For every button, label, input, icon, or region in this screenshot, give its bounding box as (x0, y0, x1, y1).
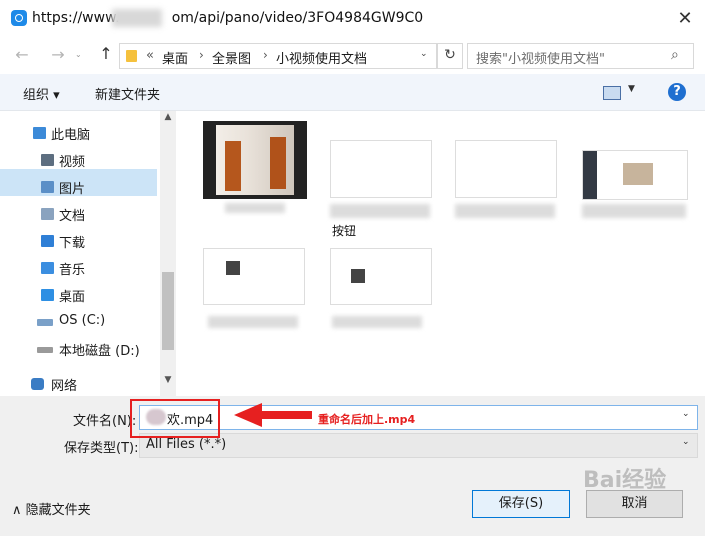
sidebar-item-downloads[interactable]: 下载 (0, 228, 160, 254)
file-thumbnail-webpage[interactable] (330, 140, 432, 198)
filetype-label: 保存类型(T): (64, 441, 139, 456)
redacted-filename (582, 204, 686, 218)
drive-icon (37, 347, 53, 353)
sidebar-item-os-drive[interactable]: OS (C:) (0, 309, 160, 335)
address-bar[interactable]: « 桌面 › 全景图 › 小视频使用文档 ⌄ (119, 43, 437, 69)
sidebar-item-label: 下载 (59, 236, 86, 251)
computer-icon (33, 127, 46, 139)
sidebar-item-label: OS (C:) (59, 313, 106, 328)
sidebar-item-label: 音乐 (59, 263, 86, 278)
scrollbar-thumb[interactable] (162, 272, 174, 350)
title-url-suffix: om/api/pano/video/3FO4984GW9C0 (171, 10, 424, 26)
back-button[interactable]: ← (13, 45, 31, 64)
filetype-value: All Files (*.*) (146, 437, 227, 452)
app-icon (11, 10, 27, 26)
annotation-text: 重命名后加上.mp4 (318, 413, 416, 426)
new-folder-button[interactable]: 新建文件夹 (95, 84, 160, 103)
redacted-filename (208, 316, 298, 328)
view-options-icon[interactable] (603, 86, 621, 100)
title-bar: https://www. om/api/pano/video/3FO4984GW9… (0, 0, 705, 38)
title-url-prefix: https://www. (32, 10, 120, 26)
sidebar-item-label: 网络 (51, 379, 78, 394)
organize-button[interactable]: 组织 ▾ (23, 84, 60, 103)
documents-folder-icon (41, 208, 54, 220)
address-dropdown-icon[interactable]: ⌄ (420, 49, 428, 59)
window-title: https://www. om/api/pano/video/3FO4984GW9… (32, 10, 423, 26)
thumbnail-sidebar (583, 151, 597, 199)
redacted-filename (332, 316, 422, 328)
close-button[interactable]: ✕ (675, 9, 695, 29)
folder-icon (126, 50, 137, 62)
search-icon[interactable]: ⌕ (671, 47, 679, 63)
sidebar-item-label: 视频 (59, 155, 86, 170)
redacted-filename (455, 204, 555, 218)
file-caption: 按钮 (332, 224, 357, 238)
sidebar-item-pictures[interactable]: 图片 (0, 174, 160, 200)
forward-button[interactable]: → (49, 45, 67, 64)
filename-label: 文件名(N): (73, 414, 137, 429)
desktop-folder-icon (41, 289, 54, 301)
save-button[interactable]: 保存(S) (472, 490, 570, 518)
search-placeholder: 搜索"小视频使用文档" (476, 52, 605, 67)
file-item-video[interactable] (200, 119, 310, 214)
annotation-arrow (234, 403, 312, 427)
scroll-up-arrow[interactable]: ▲ (160, 112, 176, 122)
redacted-region (112, 9, 162, 27)
breadcrumb-separator[interactable]: › (199, 48, 204, 62)
file-thumbnail-webpage[interactable] (455, 140, 557, 198)
command-bar: 组织 ▾ 新建文件夹 ▼ ? (0, 74, 705, 111)
door-shape (225, 141, 241, 191)
video-folder-icon (41, 154, 54, 166)
breadcrumb-separator[interactable]: › (263, 48, 268, 62)
view-dropdown-icon[interactable]: ▼ (628, 84, 635, 94)
sidebar-item-music[interactable]: 音乐 (0, 255, 160, 281)
door-shape (270, 137, 286, 189)
music-folder-icon (41, 262, 54, 274)
qr-code-icon (226, 261, 240, 275)
breadcrumb-docs[interactable]: 小视频使用文档 (276, 48, 367, 67)
breadcrumb-overflow[interactable]: « (146, 48, 154, 63)
chevron-up-icon: ∧ (12, 503, 22, 518)
sidebar-item-local-disk[interactable]: 本地磁盘 (D:) (0, 336, 160, 362)
chevron-down-icon[interactable]: ⌄ (682, 437, 690, 447)
hide-folders-toggle[interactable]: ∧ 隐藏文件夹 (12, 499, 91, 518)
cancel-button[interactable]: 取消 (586, 490, 683, 518)
thumbnail-image (623, 163, 653, 185)
sidebar-item-this-pc[interactable]: 此电脑 (0, 120, 160, 146)
redacted-filename (225, 203, 285, 213)
sidebar-item-label: 此电脑 (51, 128, 91, 143)
recent-locations-caret[interactable]: ⌄ (75, 50, 82, 59)
sidebar-item-label: 桌面 (59, 290, 86, 305)
sidebar-item-label: 本地磁盘 (D:) (59, 344, 140, 359)
annotation-highlight-box (130, 399, 220, 438)
sidebar-item-videos[interactable]: 视频 (0, 147, 160, 173)
network-icon (31, 378, 44, 390)
search-input[interactable]: 搜索"小视频使用文档" ⌕ (467, 43, 694, 69)
filename-input[interactable]: 欢.mp4 ⌄ (139, 405, 698, 430)
file-thumbnail-webpage[interactable] (330, 248, 432, 305)
sidebar-item-label: 图片 (59, 182, 86, 197)
qr-code-icon (351, 269, 365, 283)
breadcrumb-desktop[interactable]: 桌面 (162, 48, 188, 67)
filetype-select[interactable]: All Files (*.*) ⌄ (139, 433, 698, 458)
pictures-folder-icon (41, 181, 54, 193)
refresh-button[interactable]: ↻ (437, 43, 463, 69)
breadcrumb-panorama[interactable]: 全景图 (212, 48, 251, 67)
hide-folders-label: 隐藏文件夹 (25, 503, 91, 518)
up-button[interactable]: ↑ (97, 44, 115, 63)
sidebar-item-label: 文档 (59, 209, 86, 224)
sidebar-item-desktop[interactable]: 桌面 (0, 282, 160, 308)
help-icon[interactable]: ? (668, 83, 686, 101)
downloads-folder-icon (41, 235, 54, 247)
file-thumbnail-webpage[interactable] (582, 150, 688, 200)
os-drive-icon (37, 319, 53, 326)
sidebar-item-documents[interactable]: 文档 (0, 201, 160, 227)
redacted-filename (330, 204, 430, 218)
chevron-down-icon[interactable]: ⌄ (682, 409, 690, 419)
sidebar-scrollbar[interactable] (160, 111, 176, 396)
scroll-down-arrow[interactable]: ▼ (160, 375, 176, 385)
sidebar-item-network[interactable]: 网络 (0, 371, 160, 397)
file-thumbnail-webpage[interactable] (203, 248, 305, 305)
